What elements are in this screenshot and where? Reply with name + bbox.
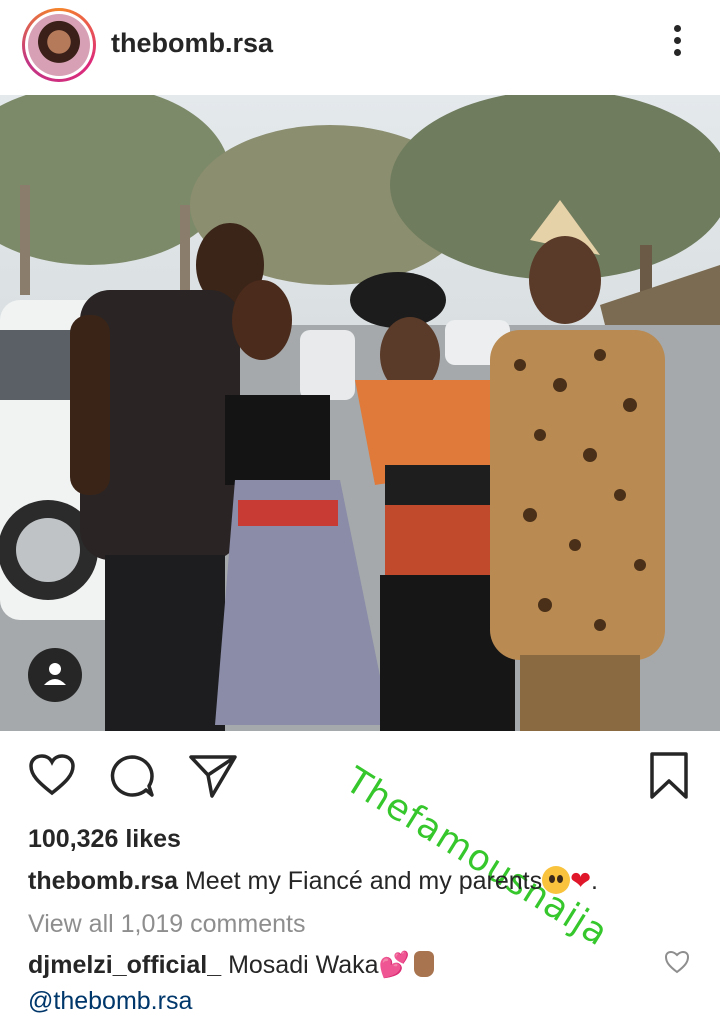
comment-text: Mosadi Waka [228,951,379,979]
caption-end: . [591,867,598,895]
profile-avatar[interactable] [22,8,96,82]
two-hearts-emoji-icon: 💕 [378,950,410,979]
caption-text: Meet my Fiancé and my parents [184,867,543,895]
post-header: thebomb.rsa [0,0,720,94]
comment-like-heart-icon[interactable] [664,950,690,979]
comment-item: djmelzi_official_ Mosadi Waka💕 [28,950,434,980]
more-options-icon[interactable] [672,25,682,61]
red-heart-emoji-icon: ❤ [570,866,592,895]
action-bar [0,745,720,809]
crossed-fingers-emoji-icon [413,951,434,977]
post-photo[interactable] [0,95,720,731]
pleading-face-emoji-icon [542,866,571,894]
likes-count[interactable]: 100,326 likes [28,825,181,854]
tagged-people-icon[interactable] [28,648,82,702]
view-all-comments-link[interactable]: View all 1,019 comments [28,910,305,939]
comment-username[interactable]: djmelzi_official_ [28,951,221,979]
heart-outline-icon[interactable] [28,753,76,802]
caption-username[interactable]: thebomb.rsa [28,867,178,895]
paper-plane-icon[interactable] [188,753,238,804]
comment-bubble-icon[interactable] [108,753,156,804]
post-username[interactable]: thebomb.rsa [111,28,273,59]
comment-mention[interactable]: @thebomb.rsa [28,987,192,1016]
bookmark-icon[interactable] [648,751,690,806]
post-caption: thebomb.rsa Meet my Fiancé and my parent… [28,866,598,896]
